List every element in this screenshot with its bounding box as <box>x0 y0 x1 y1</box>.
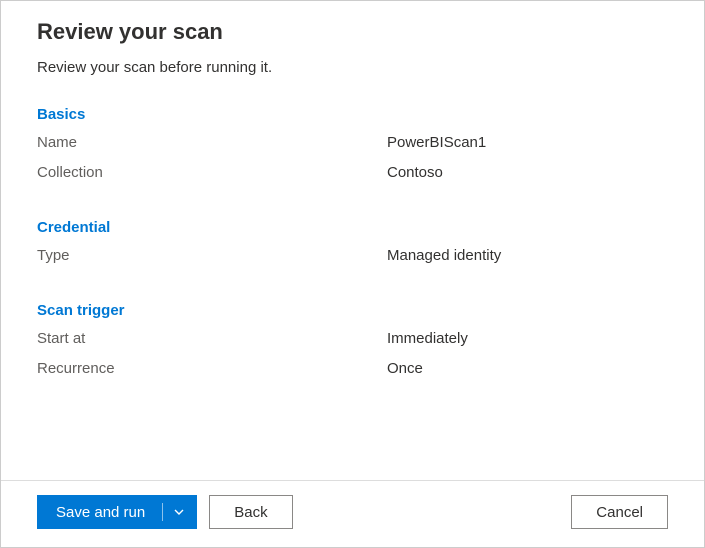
value-recurrence: Once <box>387 357 423 381</box>
save-and-run-button[interactable]: Save and run <box>37 495 161 529</box>
back-button[interactable]: Back <box>209 495 292 529</box>
section-credential: Credential Type Managed identity <box>37 219 668 268</box>
label-collection: Collection <box>37 161 387 185</box>
value-type: Managed identity <box>387 244 501 268</box>
section-scan-trigger: Scan trigger Start at Immediately Recurr… <box>37 302 668 381</box>
row-collection: Collection Contoso <box>37 161 668 185</box>
save-and-run-split-button: Save and run <box>37 495 197 529</box>
label-type: Type <box>37 244 387 268</box>
section-heading-basics: Basics <box>37 106 668 123</box>
label-name: Name <box>37 131 387 155</box>
row-name: Name PowerBIScan1 <box>37 131 668 155</box>
label-recurrence: Recurrence <box>37 357 387 381</box>
value-start-at: Immediately <box>387 327 468 351</box>
section-heading-scan-trigger: Scan trigger <box>37 302 668 319</box>
section-basics: Basics Name PowerBIScan1 Collection Cont… <box>37 106 668 185</box>
cancel-button[interactable]: Cancel <box>571 495 668 529</box>
row-recurrence: Recurrence Once <box>37 357 668 381</box>
value-name: PowerBIScan1 <box>387 131 486 155</box>
row-type: Type Managed identity <box>37 244 668 268</box>
save-and-run-dropdown-button[interactable] <box>161 495 197 529</box>
row-start-at: Start at Immediately <box>37 327 668 351</box>
review-scan-content: Review your scan Review your scan before… <box>1 1 704 480</box>
section-heading-credential: Credential <box>37 219 668 236</box>
label-start-at: Start at <box>37 327 387 351</box>
page-subtitle: Review your scan before running it. <box>37 59 668 76</box>
value-collection: Contoso <box>387 161 443 185</box>
chevron-down-icon <box>173 506 185 518</box>
footer: Save and run Back Cancel <box>1 480 704 547</box>
page-title: Review your scan <box>37 19 668 45</box>
